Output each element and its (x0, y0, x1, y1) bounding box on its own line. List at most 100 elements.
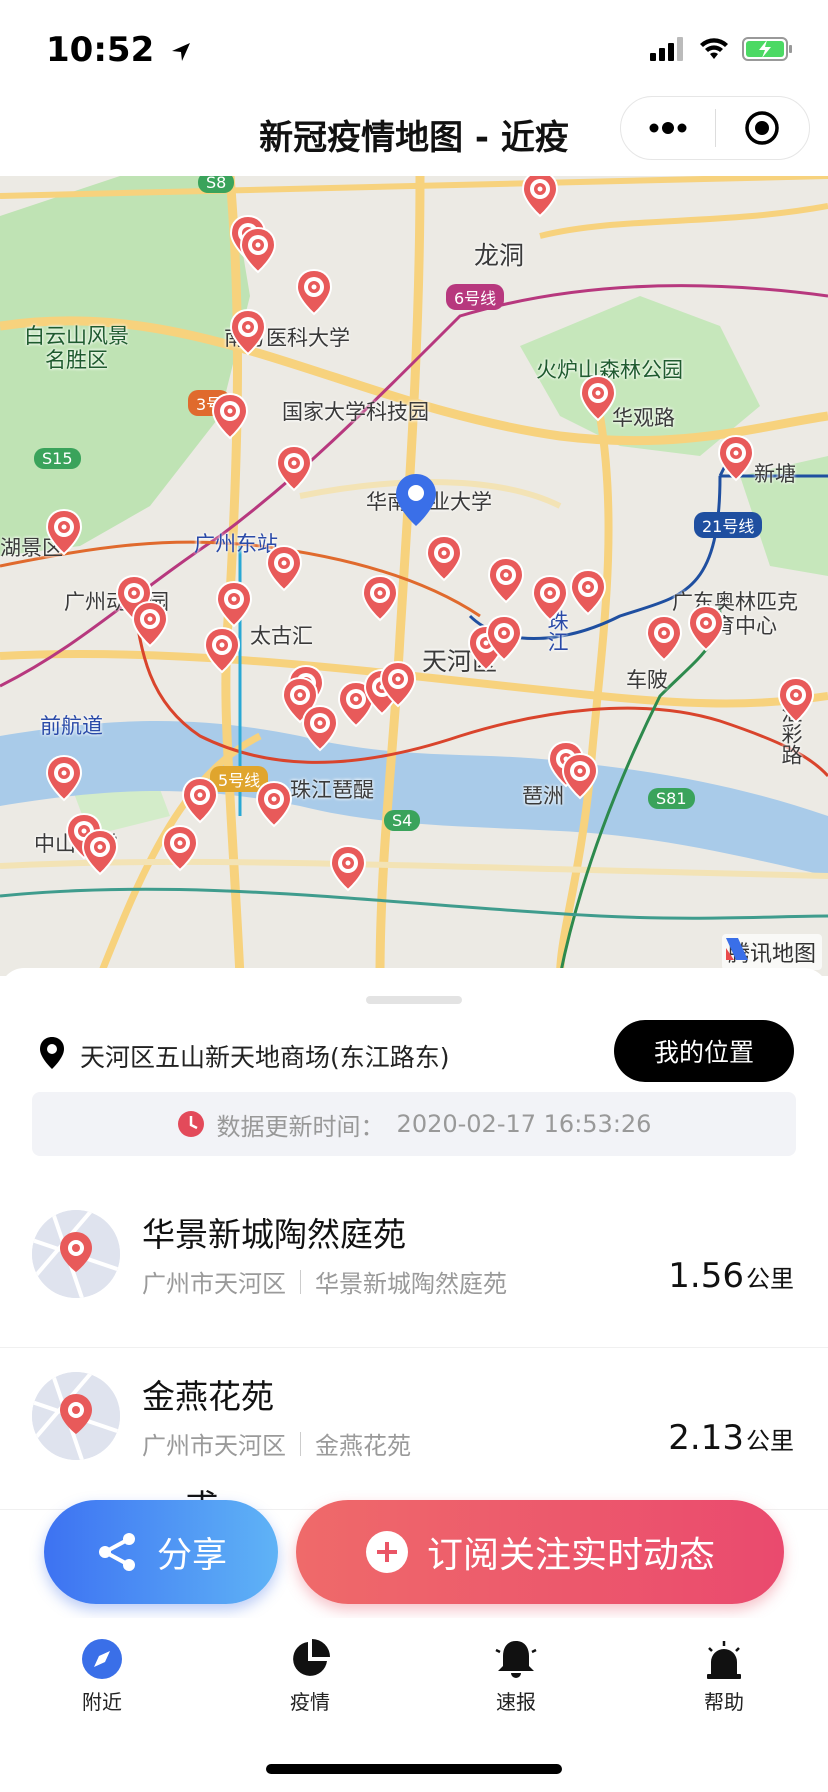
highway-badge-s15: S15 (34, 448, 81, 469)
item-place: 华景新城陶然庭苑 (315, 1270, 507, 1298)
case-marker-icon[interactable] (716, 434, 756, 482)
case-marker-icon[interactable] (520, 176, 560, 218)
bell-icon (495, 1641, 537, 1678)
metro-badge-line6: 6号线 (446, 284, 505, 310)
tab-label: 速报 (496, 1690, 536, 1714)
item-place: 金燕花苑 (315, 1432, 411, 1460)
case-marker-icon[interactable] (214, 580, 254, 628)
case-marker-icon[interactable] (210, 392, 250, 440)
case-marker-icon[interactable] (294, 268, 334, 316)
tencent-map-icon (725, 938, 748, 960)
case-marker-icon[interactable] (328, 844, 368, 892)
wifi-icon (700, 38, 728, 59)
case-marker-icon[interactable] (484, 614, 524, 662)
case-marker-icon[interactable] (686, 604, 726, 652)
list-item[interactable]: 金燕花苑 广州市天河区 金燕花苑 2.13公里 (0, 1348, 828, 1510)
item-distance: 1.56公里 (668, 1256, 794, 1296)
close-miniprogram-button[interactable] (716, 96, 810, 160)
case-marker-icon[interactable] (644, 614, 684, 662)
current-location-row: 天河区五山新天地商场(东江路东) 我的位置 (0, 1012, 828, 1092)
share-button[interactable]: 分享 (44, 1500, 278, 1604)
tab-news[interactable]: 速报 (456, 1638, 576, 1715)
map-label-baiyunshan: 白云山风景 名胜区 (24, 324, 129, 372)
case-marker-icon[interactable] (264, 544, 304, 592)
separator (300, 1269, 301, 1294)
tab-label: 帮助 (704, 1690, 744, 1714)
case-marker-icon[interactable] (274, 444, 314, 492)
tab-epidemic[interactable]: 疫情 (250, 1638, 370, 1715)
case-marker-icon[interactable] (530, 574, 570, 622)
case-marker-icon[interactable] (228, 308, 268, 356)
share-icon (98, 1533, 135, 1571)
pie-chart-icon (293, 1639, 330, 1676)
tab-help[interactable]: 帮助 (664, 1638, 784, 1715)
case-marker-icon (32, 1210, 120, 1298)
signal-icon (650, 37, 683, 61)
tencent-map-logo: 腾讯地图 (721, 934, 822, 970)
more-dots-icon (649, 122, 687, 134)
status-icons (650, 36, 794, 62)
tab-nearby[interactable]: 附近 (42, 1638, 162, 1715)
status-time: 10:52 (46, 30, 192, 70)
item-city: 广州市天河区 (142, 1432, 286, 1460)
case-marker-icon[interactable] (578, 374, 618, 422)
subscribe-button[interactable]: 订阅关注实时动态 (296, 1500, 784, 1604)
tab-label: 疫情 (290, 1690, 330, 1714)
distance-unit: 公里 (746, 1265, 794, 1293)
highway-badge-s8: S8 (198, 176, 235, 193)
share-label: 分享 (156, 1535, 227, 1576)
case-marker-icon[interactable] (378, 660, 418, 708)
case-marker-icon[interactable] (568, 568, 608, 616)
location-pin-icon (40, 1037, 64, 1069)
item-name: 华景新城陶然庭苑 (142, 1215, 406, 1254)
item-name: 金燕花苑 (142, 1377, 274, 1416)
plus-circle-icon (365, 1531, 408, 1573)
case-marker-icon[interactable] (180, 776, 220, 824)
case-marker-icon (32, 1372, 120, 1460)
clock-text: 10:52 (46, 30, 155, 70)
nav-bar: 新冠疫情地图 - 近疫 (0, 96, 828, 176)
subscribe-label: 订阅关注实时动态 (426, 1535, 715, 1576)
location-arrow-icon (172, 42, 191, 61)
highway-badge-s4: S4 (384, 810, 421, 831)
case-marker-icon[interactable] (202, 626, 242, 674)
case-marker-icon[interactable] (360, 574, 400, 622)
list-item[interactable]: 华景新城陶然庭苑 广州市天河区 华景新城陶然庭苑 1.56公里 (0, 1186, 828, 1348)
map-label-pipa: 珠江琶醍 (290, 778, 374, 802)
user-location-pin-icon[interactable] (394, 472, 438, 528)
map-label-qianhang: 前航道 (40, 714, 103, 738)
case-marker-icon[interactable] (560, 752, 600, 800)
case-marker-icon[interactable] (130, 600, 170, 648)
update-label: 数据更新时间： (216, 1112, 385, 1141)
case-marker-icon[interactable] (300, 704, 340, 752)
my-location-button[interactable]: 我的位置 (614, 1020, 794, 1082)
case-marker-icon[interactable] (44, 508, 84, 556)
item-address: 广州市天河区 华景新城陶然庭苑 (142, 1264, 507, 1299)
case-marker-icon[interactable] (486, 556, 526, 604)
current-address: 天河区五山新天地商场(东江路东) (80, 1043, 450, 1072)
metro-badge-line21: 21号线 (694, 512, 763, 538)
case-marker-icon[interactable] (776, 676, 816, 724)
sheet-drag-handle[interactable] (366, 996, 462, 1004)
battery-charging-icon (742, 37, 792, 61)
map-label-longdong: 龙洞 (474, 241, 525, 270)
case-marker-icon[interactable] (254, 780, 294, 828)
case-marker-icon[interactable] (238, 226, 278, 274)
item-city: 广州市天河区 (142, 1270, 286, 1298)
distance-value: 2.13 (668, 1418, 744, 1458)
item-distance: 2.13公里 (668, 1418, 794, 1458)
case-marker-icon[interactable] (80, 828, 120, 876)
map-view[interactable]: S8 6号线 3号 S15 21号线 5号线 S81 S4 龙洞 白云山风景 名… (0, 176, 828, 976)
map-thumbnail (32, 1210, 120, 1298)
distance-value: 1.56 (668, 1256, 744, 1296)
more-button[interactable] (621, 96, 715, 160)
highway-badge-s81: S81 (648, 788, 695, 809)
home-indicator (266, 1764, 562, 1774)
case-marker-icon[interactable] (160, 824, 200, 872)
target-icon (745, 111, 779, 145)
tab-bar: 附近 疫情 速报 帮助 (0, 1618, 828, 1728)
map-label-guojia: 国家大学科技园 (282, 400, 429, 424)
case-marker-icon[interactable] (424, 534, 464, 582)
map-label-xintang: 新塘 (754, 462, 796, 486)
case-marker-icon[interactable] (44, 754, 84, 802)
